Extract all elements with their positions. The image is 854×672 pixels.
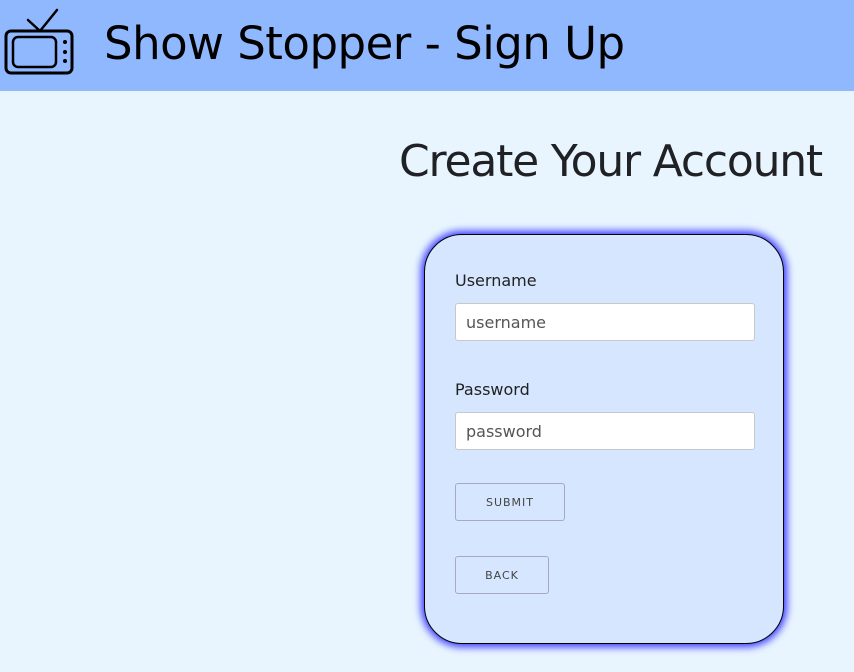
password-input[interactable] bbox=[455, 412, 755, 450]
app-header: Show Stopper - Sign Up bbox=[0, 0, 854, 91]
tv-icon bbox=[4, 8, 74, 75]
back-button[interactable]: BACK bbox=[455, 556, 549, 594]
submit-button[interactable]: SUBMIT bbox=[455, 483, 565, 521]
username-input[interactable] bbox=[455, 303, 755, 341]
username-label: Username bbox=[455, 271, 537, 290]
password-label: Password bbox=[455, 380, 530, 399]
app-title: Show Stopper - Sign Up bbox=[104, 17, 625, 70]
signup-form-card: Username Password SUBMIT BACK bbox=[424, 234, 784, 644]
page-title: Create Your Account bbox=[399, 136, 823, 187]
